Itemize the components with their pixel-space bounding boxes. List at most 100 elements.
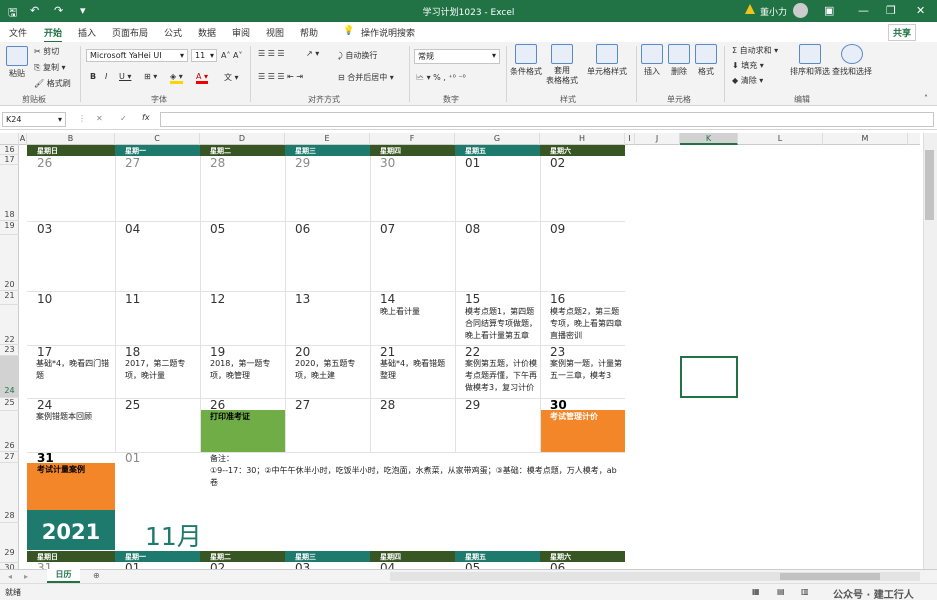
conditional-format-button[interactable]: 条件格式	[510, 44, 542, 77]
row-header[interactable]: 28	[0, 463, 19, 523]
calendar-day[interactable]: 28	[380, 398, 395, 412]
autosum-button[interactable]: Σ 自动求和 ▾	[732, 45, 778, 56]
fill-color-icon[interactable]: ◈ ▾	[170, 72, 183, 84]
calendar-day[interactable]: 31	[37, 561, 52, 569]
paste-button[interactable]: 粘贴	[6, 46, 28, 79]
phonetic-icon[interactable]: 文 ▾	[224, 72, 239, 83]
row-header[interactable]: 26	[0, 411, 19, 452]
format-as-table-button[interactable]: 套用 表格格式	[546, 44, 578, 86]
tab-data[interactable]: 数据	[198, 26, 216, 39]
col-header[interactable]: H	[540, 133, 625, 145]
calendar-day[interactable]: 28	[210, 156, 225, 170]
select-all-corner[interactable]	[0, 133, 19, 145]
font-color-icon[interactable]: A ▾	[196, 72, 209, 84]
selected-cell[interactable]	[680, 356, 738, 398]
name-box[interactable]: K24 ▾	[2, 112, 66, 127]
enter-icon[interactable]: ✓	[120, 114, 127, 123]
vertical-scroll-thumb[interactable]	[925, 150, 934, 220]
merge-center-button[interactable]: ⊟ 合并后居中 ▾	[338, 72, 394, 83]
tab-page-layout[interactable]: 页面布局	[112, 26, 148, 39]
border-icon[interactable]: ⊞ ▾	[144, 72, 157, 81]
row-header[interactable]: 20	[0, 235, 19, 291]
calendar-day[interactable]: 06	[550, 561, 565, 569]
row-header[interactable]: 21	[0, 291, 19, 305]
calendar-day[interactable]: 17	[37, 345, 52, 359]
calendar-day[interactable]: 02	[210, 561, 225, 569]
sheet-tab-calendar[interactable]: 日历	[47, 569, 80, 583]
tab-insert[interactable]: 插入	[78, 26, 96, 39]
find-select-button[interactable]: 查找和选择	[832, 44, 872, 77]
calendar-day[interactable]: 05	[465, 561, 480, 569]
calendar-day[interactable]: 12	[210, 292, 225, 306]
underline-button[interactable]: U ▾	[119, 72, 131, 81]
row-header[interactable]: 22	[0, 305, 19, 345]
cancel-icon[interactable]: ✕	[96, 114, 103, 123]
font-grow-shrink-icon[interactable]: A˄ A˅	[221, 51, 243, 60]
calendar-day[interactable]: 11	[125, 292, 140, 306]
calendar-day[interactable]: 27	[125, 156, 140, 170]
row-header[interactable]: 27	[0, 452, 19, 463]
tell-me-search[interactable]: 操作说明搜索	[361, 26, 415, 39]
close-icon[interactable]: ✕	[916, 4, 925, 17]
calendar-day[interactable]: 16	[550, 292, 565, 306]
calendar-day[interactable]: 04	[125, 222, 140, 236]
function-icon[interactable]: fx	[142, 113, 150, 122]
wrap-text-button[interactable]: ⤸ 自动换行	[338, 50, 377, 61]
calendar-day[interactable]: 10	[37, 292, 52, 306]
calendar-day[interactable]: 06	[295, 222, 310, 236]
delete-cells-button[interactable]: 删除	[668, 44, 690, 77]
calendar-day[interactable]: 14	[380, 292, 395, 306]
calendar-day[interactable]: 13	[295, 292, 310, 306]
col-header[interactable]: J	[635, 133, 680, 145]
font-size-select[interactable]: 11 ▾	[191, 49, 217, 62]
tab-file[interactable]: 文件	[9, 26, 27, 39]
row-header[interactable]: 23	[0, 345, 19, 356]
calendar-day[interactable]: 03	[295, 561, 310, 569]
add-sheet-icon[interactable]: ⊕	[93, 571, 100, 580]
calendar-day[interactable]: 29	[465, 398, 480, 412]
calendar-day[interactable]: 05	[210, 222, 225, 236]
tab-help[interactable]: 帮助	[300, 26, 318, 39]
formula-input[interactable]	[160, 112, 934, 127]
next-sheet-icon[interactable]: ▸	[24, 572, 28, 581]
calendar-day[interactable]: 29	[295, 156, 310, 170]
calendar-day[interactable]: 04	[380, 561, 395, 569]
calendar-day[interactable]: 09	[550, 222, 565, 236]
share-button[interactable]: 共享	[888, 24, 917, 41]
user-name[interactable]: 董小力	[760, 5, 787, 18]
tab-home[interactable]: 开始	[44, 26, 63, 43]
tab-review[interactable]: 审阅	[232, 26, 250, 39]
avatar[interactable]	[793, 3, 808, 18]
row-header[interactable]: 19	[0, 221, 19, 235]
calendar-day[interactable]: 02	[550, 156, 565, 170]
calendar-day[interactable]: 24	[37, 398, 52, 412]
font-name-select[interactable]: Microsoft YaHei UI ▾	[86, 49, 188, 62]
calendar-day[interactable]: 27	[295, 398, 310, 412]
calendar-day[interactable]: 19	[210, 345, 225, 359]
normal-view-icon[interactable]: ▦	[752, 587, 760, 596]
col-header[interactable]: G	[455, 133, 540, 145]
calendar-day[interactable]: 01	[465, 156, 480, 170]
copy-button[interactable]: ⎘ 复制 ▾	[34, 62, 66, 73]
bold-button[interactable]: B	[90, 72, 96, 81]
calendar-day[interactable]: 23	[550, 345, 565, 359]
align-top-icon[interactable]: ☰ ☰ ☰	[258, 49, 285, 58]
row-header[interactable]: 18	[0, 165, 19, 221]
row-header[interactable]: 29	[0, 523, 19, 563]
orientation-icon[interactable]: ↗ ▾	[306, 49, 319, 58]
row-header[interactable]: 25	[0, 398, 19, 411]
insert-cells-button[interactable]: 插入	[641, 44, 663, 77]
row-header[interactable]: 17	[0, 155, 19, 165]
row-header[interactable]: 16	[0, 145, 19, 155]
col-header[interactable]: L	[738, 133, 823, 145]
calendar-day[interactable]: 01	[125, 561, 140, 569]
prev-sheet-icon[interactable]: ◂	[8, 572, 12, 581]
col-header-selected[interactable]: K	[680, 133, 738, 145]
col-header[interactable]: M	[823, 133, 908, 145]
calendar-day[interactable]: 03	[37, 222, 52, 236]
number-format-select[interactable]: 常规 ▾	[414, 49, 500, 64]
row-header-selected[interactable]: 24	[0, 356, 19, 398]
calendar-day[interactable]: 30	[550, 398, 567, 412]
calendar-day[interactable]: 31	[37, 451, 54, 465]
sort-filter-button[interactable]: 排序和筛选	[790, 44, 830, 77]
